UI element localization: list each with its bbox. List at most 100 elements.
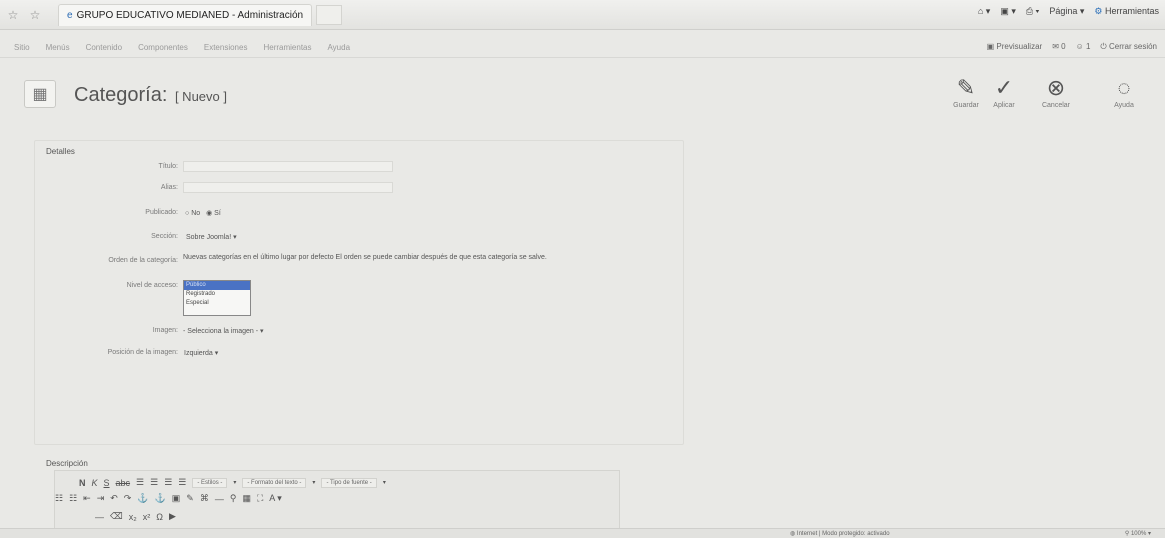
indent-icon[interactable]: ⇥: [97, 493, 105, 504]
image-value: - Selecciona la imagen -: [183, 328, 259, 335]
menu-item-help[interactable]: Ayuda: [327, 43, 350, 52]
html-icon[interactable]: ⌘: [200, 493, 209, 504]
alias-input[interactable]: [183, 182, 393, 193]
menu-right: ▣ Previsualizar ✉ 0 ☺ 1 ⏻ Cerrar sesión: [987, 42, 1157, 52]
remove-format-icon[interactable]: ⌫: [110, 511, 123, 522]
chevron-down-icon: ▾: [382, 480, 386, 486]
save-button[interactable]: ✎ Guardar: [946, 75, 986, 110]
section-value: Sobre Joomla!: [186, 234, 232, 241]
title-input[interactable]: [183, 161, 393, 172]
title-label: Título:: [158, 163, 178, 170]
align-center-icon[interactable]: ☰: [150, 477, 158, 488]
save-icon: ✎: [956, 75, 976, 100]
table-icon[interactable]: ▦: [242, 493, 251, 504]
media-icon[interactable]: ▶: [169, 511, 176, 522]
anchor-icon[interactable]: ⚓: [155, 493, 166, 504]
radio-yes[interactable]: ◉: [206, 210, 212, 217]
page-menu[interactable]: Página ▾: [1049, 6, 1084, 17]
help-button[interactable]: ◌ Ayuda: [1104, 76, 1144, 110]
zoom-icon: ⚲: [1124, 531, 1130, 537]
format-select[interactable]: - Formato del texto -: [242, 477, 307, 488]
favorites-star-icon[interactable]: ☆: [4, 6, 22, 24]
zoom-value: 100%: [1130, 531, 1147, 537]
section-select[interactable]: Sobre Joomla! ▾: [186, 233, 237, 241]
tools-menu[interactable]: ⚙ Herramientas: [1094, 6, 1159, 17]
ie-icon: e: [67, 9, 73, 21]
page-title: Categoría: [ Nuevo ]: [74, 84, 227, 107]
menu-item-components[interactable]: Componentes: [138, 43, 188, 52]
chevron-down-icon: ▾: [233, 480, 237, 486]
subscript-icon[interactable]: x₂: [129, 512, 137, 522]
char-map-icon[interactable]: Ω: [156, 512, 163, 522]
preview-link[interactable]: ▣ Previsualizar: [987, 42, 1043, 52]
add-favorites-icon[interactable]: ☆: [26, 6, 44, 24]
strikethrough-icon[interactable]: abc: [116, 478, 131, 488]
outdent-icon[interactable]: ⇤: [83, 493, 91, 504]
save-label: Guardar: [953, 102, 979, 109]
find-icon[interactable]: ⚲: [230, 493, 237, 504]
redo-icon[interactable]: ↷: [124, 493, 132, 504]
messages-value: 0: [1061, 42, 1066, 51]
radio-no[interactable]: ○: [185, 210, 189, 217]
published-radio-group: ○ No ◉ Sí: [185, 209, 221, 217]
users-count[interactable]: ☺ 1: [1076, 42, 1091, 52]
print-icon[interactable]: ⎙ ▾: [1026, 6, 1039, 17]
bold-icon[interactable]: N: [79, 478, 86, 488]
italic-icon[interactable]: K: [92, 478, 98, 488]
page-title-text: Categoría:: [74, 84, 168, 106]
menu-item-site[interactable]: Sitio: [14, 43, 30, 52]
home-icon[interactable]: ⌂ ▾: [978, 6, 990, 17]
menu-item-extensions[interactable]: Extensiones: [204, 43, 248, 52]
section-label: Sección:: [151, 233, 178, 240]
cancel-icon: ⊗: [1046, 75, 1066, 100]
hr-icon[interactable]: —: [95, 512, 104, 522]
access-option[interactable]: Especial: [184, 299, 250, 308]
access-option[interactable]: Registrado: [184, 290, 250, 299]
horizontal-rule-icon[interactable]: ―: [215, 494, 224, 504]
menu-item-content[interactable]: Contenido: [86, 43, 122, 52]
font-select[interactable]: - Tipo de fuente -: [321, 477, 377, 488]
users-value: 1: [1085, 42, 1091, 51]
color-icon[interactable]: A ▾: [269, 493, 282, 504]
chevron-down-icon: ▾: [233, 234, 237, 241]
messages-count[interactable]: ✉ 0: [1052, 42, 1065, 52]
status-bar: ◍ Internet | Modo protegido: activado ⚲ …: [0, 528, 1165, 538]
image-select[interactable]: - Selecciona la imagen - ▾: [183, 327, 264, 335]
link-icon[interactable]: ⚓: [137, 493, 148, 504]
image-label: Imagen:: [152, 327, 178, 334]
image-position-select[interactable]: Izquierda ▾: [184, 349, 218, 357]
browser-tab[interactable]: e GRUPO EDUCATIVO MEDIANED - Administrac…: [58, 3, 313, 26]
bullet-list-icon[interactable]: ☷: [55, 493, 63, 504]
description-label: Descripción: [46, 459, 88, 468]
align-justify-icon[interactable]: ☰: [178, 477, 186, 488]
align-right-icon[interactable]: ☰: [164, 477, 172, 488]
styles-select[interactable]: - Estilos -: [192, 477, 228, 488]
logout-link[interactable]: ⏻ Cerrar sesión: [1100, 42, 1157, 52]
menu-item-tools[interactable]: Herramientas: [263, 43, 311, 52]
access-listbox[interactable]: Público Registrado Especial: [183, 280, 251, 316]
logout-label: Cerrar sesión: [1108, 42, 1157, 51]
superscript-icon[interactable]: x²: [143, 512, 151, 522]
toolbar: ▦ Categoría: [ Nuevo ] ✎ Guardar ✓ Aplic…: [16, 72, 1158, 122]
feeds-icon[interactable]: ▣ ▾: [1000, 6, 1016, 17]
numbered-list-icon[interactable]: ☷: [69, 493, 77, 504]
cancel-button[interactable]: ⊗ Cancelar: [1036, 75, 1076, 110]
image-position-label: Posición de la imagen:: [107, 349, 178, 356]
undo-icon[interactable]: ↶: [110, 493, 118, 504]
underline-icon[interactable]: S: [104, 478, 110, 488]
image-icon[interactable]: ▣: [172, 493, 181, 504]
editor-toolbar-row-3: — ⌫ x₂ x² Ω ▶: [95, 511, 176, 522]
access-option[interactable]: Público: [184, 281, 250, 290]
zoom-level[interactable]: ⚲ 100% ▾: [1125, 530, 1151, 537]
menu-item-menus[interactable]: Menús: [46, 43, 70, 52]
apply-button[interactable]: ✓ Aplicar: [984, 75, 1024, 110]
cancel-label: Cancelar: [1041, 102, 1070, 109]
fullscreen-icon[interactable]: ⛶: [257, 493, 263, 504]
new-tab-button[interactable]: [316, 4, 343, 25]
tab-title: GRUPO EDUCATIVO MEDIANED - Administració…: [76, 9, 304, 21]
align-left-icon[interactable]: ☰: [136, 477, 144, 488]
check-icon: ✓: [994, 75, 1014, 100]
cleanup-icon[interactable]: ✎: [186, 493, 194, 504]
editor-toolbar-row-2: ☷ ☷ ⇤ ⇥ ↶ ↷ ⚓ ⚓ ▣ ✎ ⌘ ― ⚲ ▦ ⛶ A ▾: [55, 493, 282, 504]
details-legend: Detalles: [46, 147, 75, 156]
